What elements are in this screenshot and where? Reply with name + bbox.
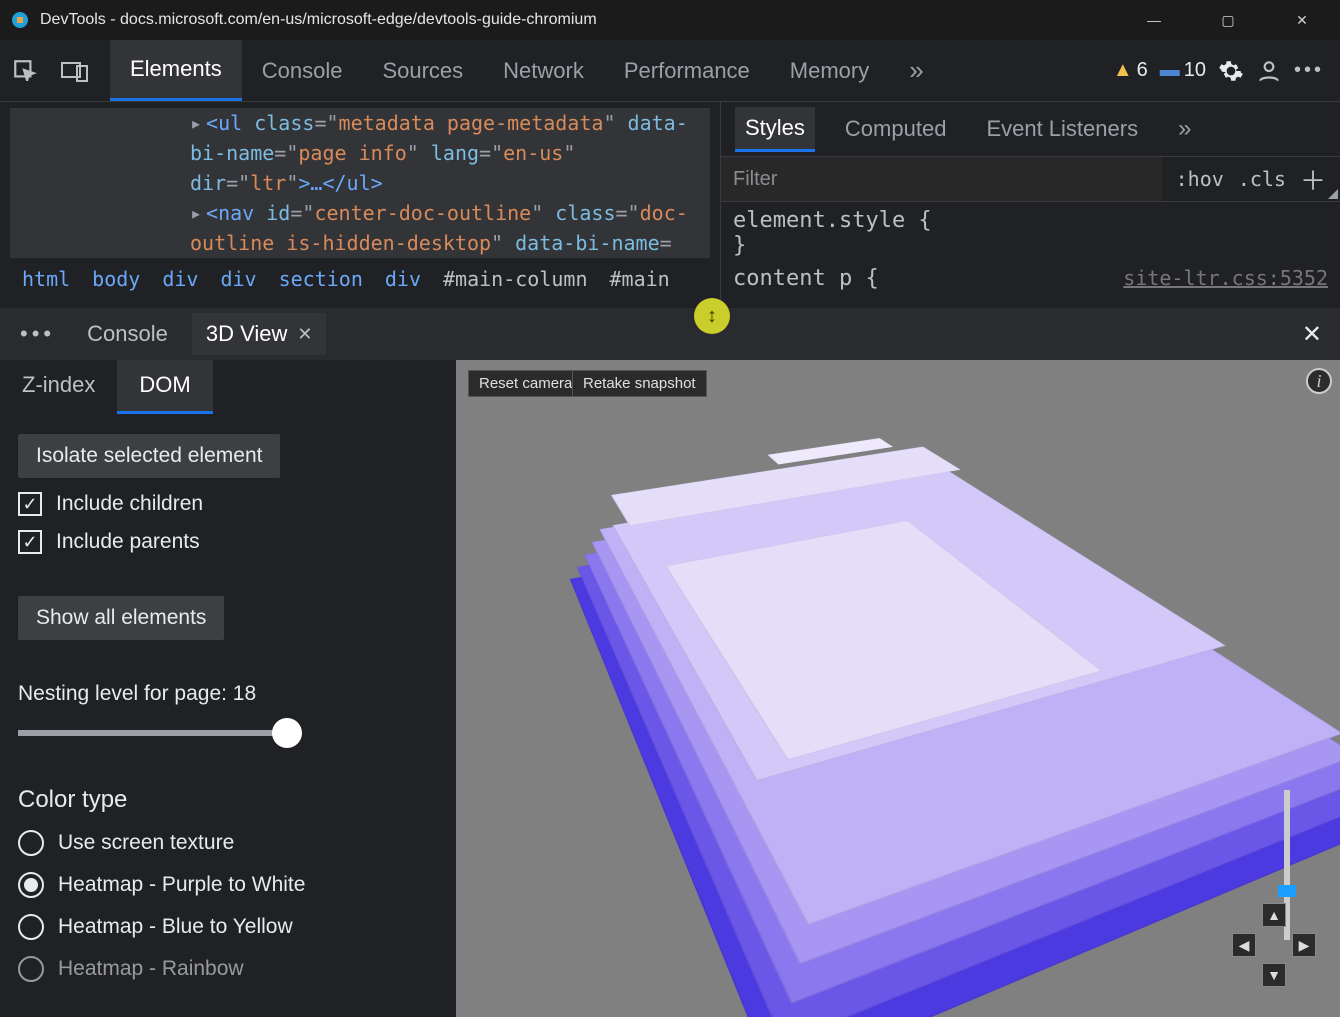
cls-toggle[interactable]: .cls — [1238, 167, 1286, 191]
new-style-rule-icon[interactable]: ＋ — [1300, 161, 1326, 198]
nav-pad: ▲ ▼ ◀ ▶ — [1232, 903, 1316, 987]
styles-filter-input[interactable] — [721, 157, 1162, 201]
three-d-canvas[interactable]: Reset camera Retake snapshot i ▲ ▼ ◀ ▶ — [456, 360, 1340, 1017]
warnings-indicator[interactable]: ▲ 6 — [1113, 59, 1148, 82]
retake-snapshot-button[interactable]: Retake snapshot — [572, 370, 707, 397]
drawer-tab-3dview[interactable]: 3D View ✕ — [192, 313, 327, 355]
warning-triangle-icon: ▲ — [1113, 59, 1133, 82]
nav-up-button[interactable]: ▲ — [1262, 903, 1286, 927]
devtools-app-icon — [10, 10, 30, 30]
window-minimize-button[interactable]: — — [1134, 12, 1174, 29]
color-type-heading: Color type — [18, 786, 438, 814]
breadcrumb-item[interactable]: div — [385, 264, 421, 294]
breadcrumb-item[interactable]: #main — [610, 264, 670, 294]
corner-resize-icon — [1328, 189, 1338, 199]
nav-left-button[interactable]: ◀ — [1232, 933, 1256, 957]
warnings-count: 6 — [1137, 59, 1148, 82]
info-icon[interactable]: i — [1306, 368, 1332, 394]
tab-sources[interactable]: Sources — [362, 40, 483, 101]
reset-camera-button[interactable]: Reset camera — [468, 370, 583, 397]
window-titlebar: DevTools - docs.microsoft.com/en-us/micr… — [0, 0, 1340, 40]
breadcrumb-item[interactable]: section — [279, 264, 363, 294]
tab-overflow-icon[interactable]: » — [889, 40, 943, 101]
styles-tab-event-listeners[interactable]: Event Listeners — [976, 108, 1148, 150]
breadcrumb-item[interactable]: div — [220, 264, 256, 294]
tab-performance[interactable]: Performance — [604, 40, 770, 101]
nav-right-button[interactable]: ▶ — [1292, 933, 1316, 957]
color-option-heatmap-purple-white[interactable]: Heatmap - Purple to White — [18, 872, 438, 898]
pane-resize-handle[interactable] — [694, 298, 730, 334]
css-rule[interactable]: } — [733, 233, 1328, 258]
close-tab-icon[interactable]: ✕ — [297, 324, 312, 345]
styles-tab-styles[interactable]: Styles — [735, 107, 815, 152]
three-d-sidebar: Z-index DOM Isolate selected element ✓ I… — [0, 360, 456, 1017]
breadcrumb-item[interactable]: body — [92, 264, 140, 294]
color-option-screen-texture[interactable]: Use screen texture — [18, 830, 438, 856]
window-maximize-button[interactable]: ▢ — [1208, 12, 1248, 29]
nesting-level-label: Nesting level for page: 18 — [18, 682, 438, 706]
expand-triangle-icon[interactable]: ▸ — [190, 111, 202, 135]
color-option-heatmap-blue-yellow[interactable]: Heatmap - Blue to Yellow — [18, 914, 438, 940]
subtab-zindex[interactable]: Z-index — [0, 360, 117, 414]
drawer-more-icon[interactable]: ••• — [12, 321, 63, 347]
breadcrumb-item[interactable]: #main-column — [443, 264, 588, 294]
breadcrumb-item[interactable]: html — [22, 264, 70, 294]
tab-console[interactable]: Console — [242, 40, 363, 101]
elements-dom-tree[interactable]: ▸<ul class="metadata page-metadata" data… — [0, 102, 720, 308]
panel-tabs: Elements Console Sources Network Perform… — [110, 40, 944, 101]
drawer-tabbar: ••• Console 3D View ✕ ✕ — [0, 308, 1340, 360]
breadcrumb-item[interactable]: div — [162, 264, 198, 294]
css-source-link[interactable]: site-ltr.css:5352 — [1123, 266, 1328, 290]
tab-network[interactable]: Network — [483, 40, 604, 101]
hov-toggle[interactable]: :hov — [1176, 167, 1224, 191]
inspect-element-icon[interactable] — [0, 46, 50, 96]
include-children-checkbox[interactable]: ✓ Include children — [18, 492, 438, 516]
css-rule[interactable]: element.style { — [733, 208, 1328, 233]
styles-pane: Styles Computed Event Listeners » :hov .… — [720, 102, 1340, 308]
settings-gear-icon[interactable] — [1218, 58, 1244, 84]
color-option-heatmap-rainbow[interactable]: Heatmap - Rainbow — [18, 956, 438, 982]
tab-elements[interactable]: Elements — [110, 40, 242, 101]
nesting-level-slider[interactable] — [18, 730, 298, 736]
include-parents-checkbox[interactable]: ✓ Include parents — [18, 530, 438, 554]
info-count: 10 — [1184, 59, 1206, 82]
info-badge-icon: ▬ — [1160, 59, 1180, 82]
more-options-icon[interactable]: ••• — [1294, 59, 1324, 82]
drawer-tab-console[interactable]: Console — [73, 313, 182, 355]
styles-tab-overflow-icon[interactable]: » — [1168, 107, 1201, 151]
isolate-selected-button[interactable]: Isolate selected element — [18, 434, 280, 478]
main-toolbar: Elements Console Sources Network Perform… — [0, 40, 1340, 102]
expand-triangle-icon[interactable]: ▸ — [190, 201, 202, 225]
subtab-dom[interactable]: DOM — [117, 360, 212, 414]
profile-avatar-icon[interactable] — [1256, 58, 1282, 84]
window-title: DevTools - docs.microsoft.com/en-us/micr… — [40, 11, 597, 29]
css-rule[interactable]: content p { site-ltr.css:5352 — [733, 266, 1328, 291]
window-close-button[interactable]: ✕ — [1282, 12, 1322, 29]
nav-down-button[interactable]: ▼ — [1262, 963, 1286, 987]
info-indicator[interactable]: ▬ 10 — [1160, 59, 1206, 82]
dom-breadcrumbs: html body div div section div #main-colu… — [10, 258, 710, 300]
tab-memory[interactable]: Memory — [770, 40, 889, 101]
drawer-close-icon[interactable]: ✕ — [1302, 320, 1328, 349]
styles-tab-computed[interactable]: Computed — [835, 108, 957, 150]
device-toolbar-icon[interactable] — [50, 46, 100, 96]
show-all-elements-button[interactable]: Show all elements — [18, 596, 224, 640]
